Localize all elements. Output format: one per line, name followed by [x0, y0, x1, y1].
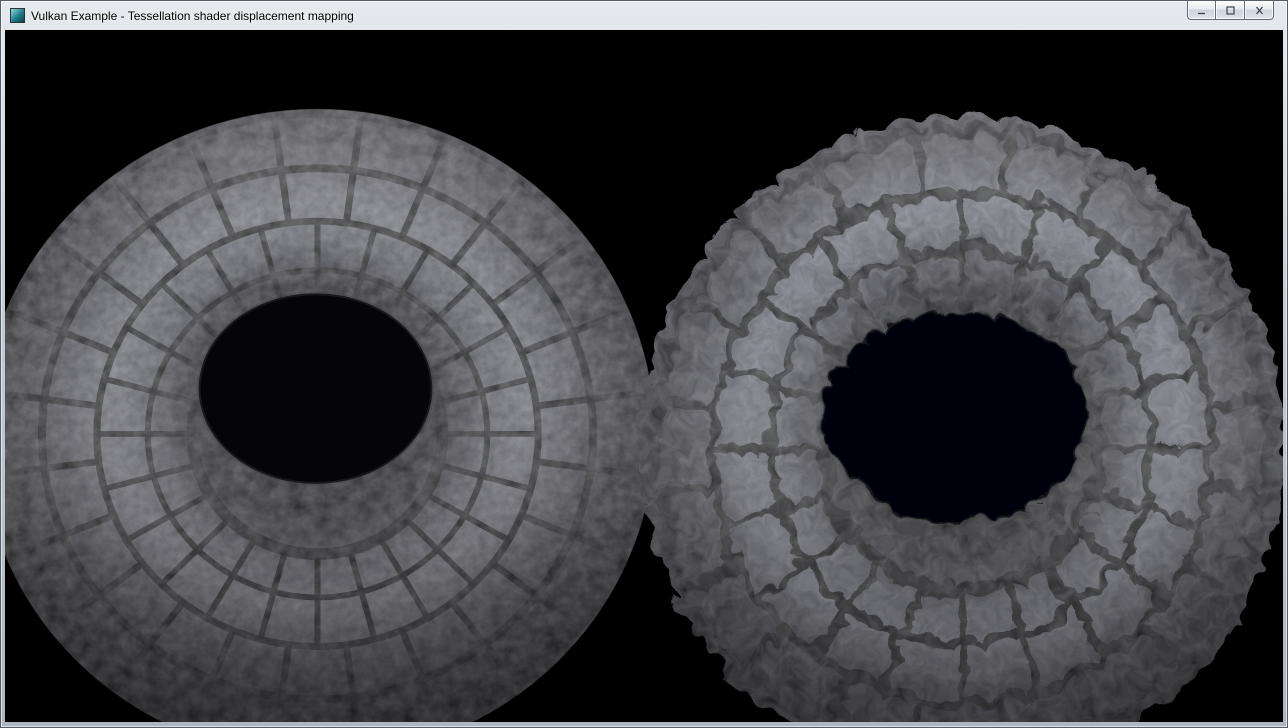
titlebar[interactable]: Vulkan Example - Tessellation shader dis…	[1, 1, 1287, 30]
window-controls	[1187, 1, 1274, 20]
minimize-button[interactable]	[1187, 1, 1216, 20]
close-button[interactable]	[1245, 1, 1274, 20]
window-title: Vulkan Example - Tessellation shader dis…	[31, 9, 354, 23]
maximize-icon	[1224, 5, 1237, 16]
torus-left-hole	[199, 293, 433, 484]
app-window: Vulkan Example - Tessellation shader dis…	[0, 0, 1288, 728]
vulkan-render-scene	[5, 30, 1283, 722]
render-viewport[interactable]	[5, 30, 1283, 722]
torus-right-hole	[818, 304, 1082, 516]
vulkan-app-icon[interactable]	[10, 8, 25, 23]
minimize-icon	[1195, 5, 1208, 16]
close-icon	[1253, 5, 1266, 16]
maximize-button[interactable]	[1216, 1, 1245, 20]
